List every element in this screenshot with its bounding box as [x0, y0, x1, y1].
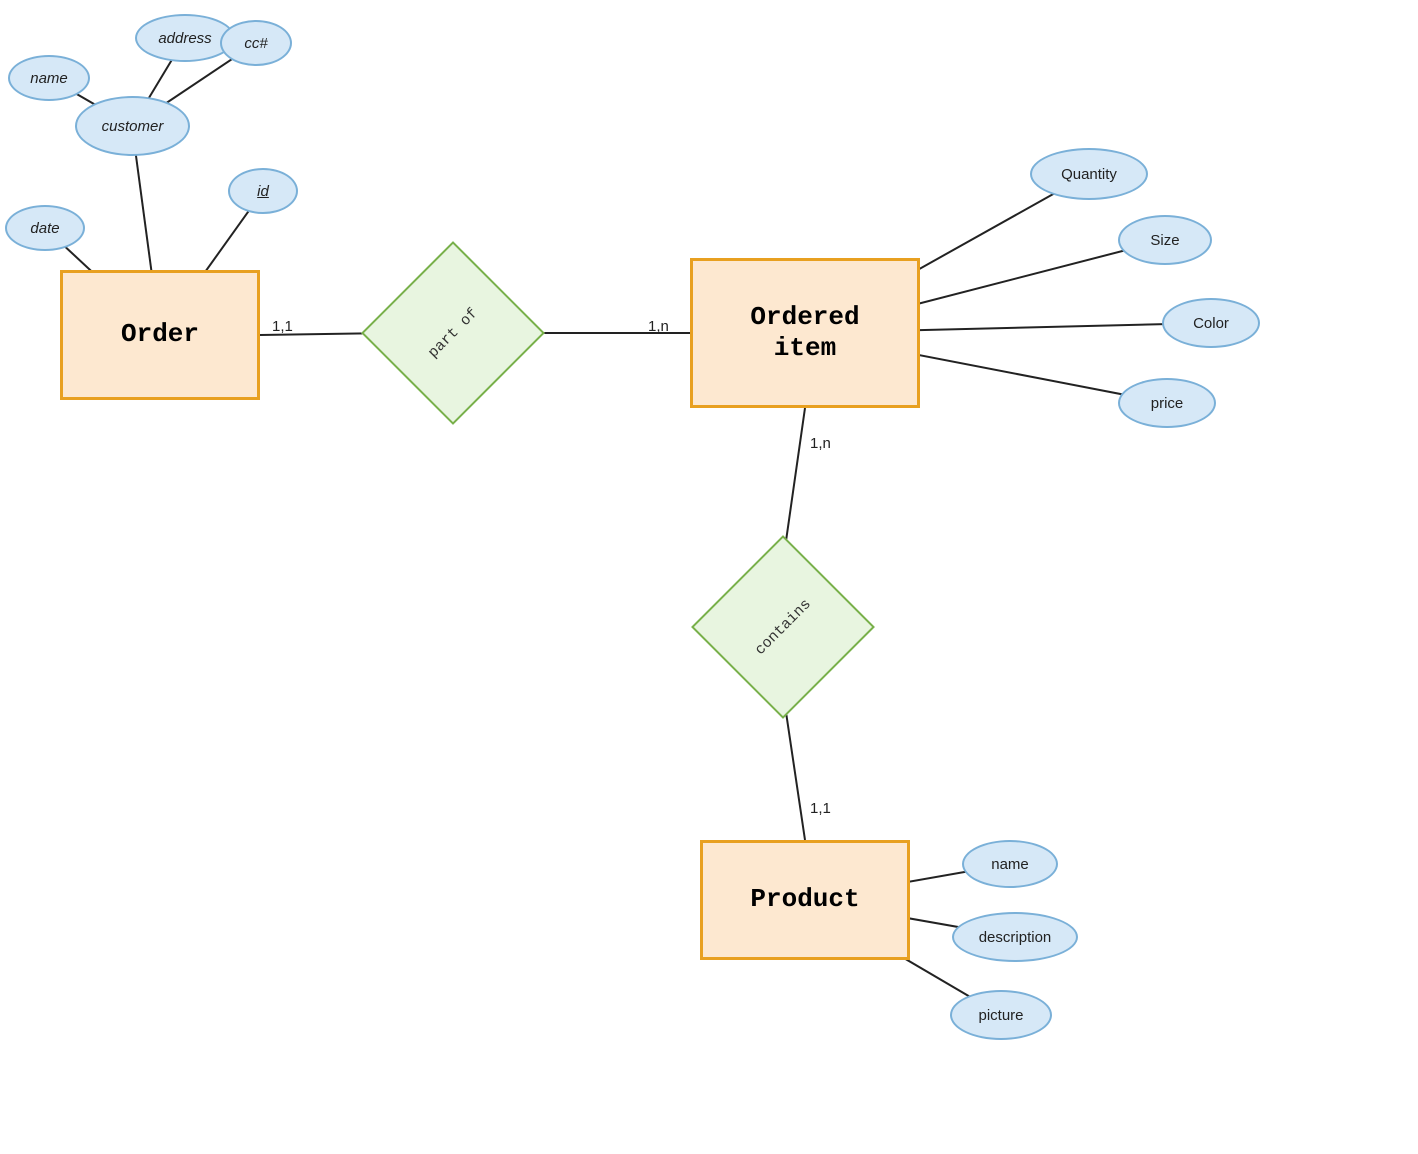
color-attribute: Color [1162, 298, 1260, 348]
order-label: Order [121, 319, 199, 350]
ordered-item-entity: Ordereditem [690, 258, 920, 408]
price-attribute: price [1118, 378, 1216, 428]
date-attribute: date [5, 205, 85, 251]
cardinality-1-n-below: 1,n [810, 435, 831, 452]
picture-attribute: picture [950, 990, 1052, 1040]
cardinality-1-1-order: 1,1 [272, 318, 293, 335]
contains-label: contains [691, 535, 875, 719]
part-of-label: part of [361, 241, 545, 425]
cc-attribute: cc# [220, 20, 292, 66]
id-attribute: id [228, 168, 298, 214]
name-product-attribute: name [962, 840, 1058, 888]
name-order-attribute: name [8, 55, 90, 101]
cardinality-1-n-ordered: 1,n [648, 318, 669, 335]
quantity-attribute: Quantity [1030, 148, 1148, 200]
size-attribute: Size [1118, 215, 1212, 265]
cardinality-1-1-product: 1,1 [810, 800, 831, 817]
ordered-item-label: Ordereditem [750, 302, 859, 364]
product-label: Product [750, 884, 859, 915]
description-attribute: description [952, 912, 1078, 962]
customer-attribute: customer [75, 96, 190, 156]
order-entity: Order [60, 270, 260, 400]
product-entity: Product [700, 840, 910, 960]
